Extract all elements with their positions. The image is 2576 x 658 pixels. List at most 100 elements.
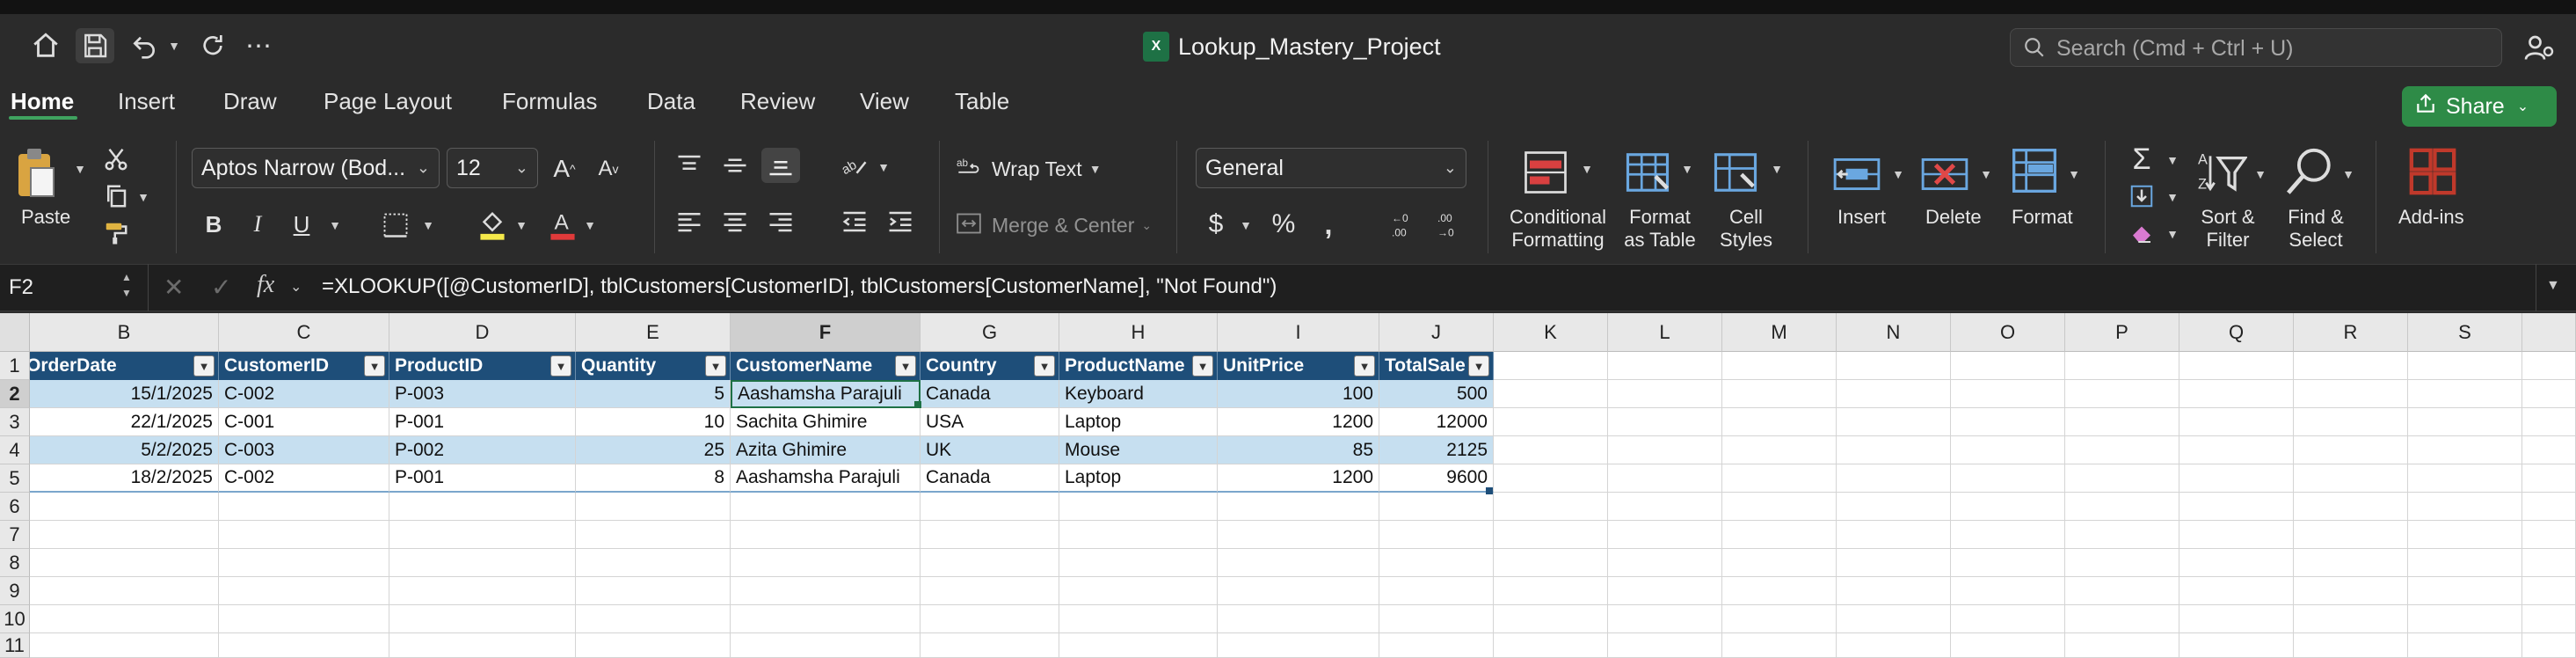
row-header-8[interactable]: 8	[0, 549, 30, 577]
fill-icon[interactable]	[2126, 181, 2158, 211]
column-header-j[interactable]: J	[1379, 313, 1494, 352]
table-cell[interactable]: 18/2/2025	[30, 464, 219, 493]
empty-cell[interactable]	[2179, 408, 2294, 436]
column-header-b[interactable]: B	[30, 313, 219, 352]
table-cell[interactable]: P-001	[389, 464, 576, 493]
empty-cell[interactable]	[1837, 633, 1951, 658]
empty-cell[interactable]	[1951, 408, 2065, 436]
increase-indent-icon[interactable]	[883, 206, 918, 238]
table-header-productname[interactable]: ProductName ▼	[1059, 352, 1218, 380]
table-cell[interactable]: 85	[1218, 436, 1379, 464]
empty-cell[interactable]	[1218, 633, 1379, 658]
table-cell[interactable]: 10	[576, 408, 731, 436]
empty-cell[interactable]	[1608, 493, 1722, 521]
row-header-3[interactable]: 3	[0, 408, 30, 436]
empty-cell[interactable]	[1379, 549, 1494, 577]
empty-cell[interactable]	[1951, 605, 2065, 633]
column-header-l[interactable]: L	[1608, 313, 1722, 352]
empty-cell[interactable]	[2294, 549, 2408, 577]
empty-cell[interactable]	[2408, 493, 2522, 521]
table-cell[interactable]: 9600	[1379, 464, 1494, 493]
autosum-icon[interactable]: Σ	[2124, 143, 2159, 176]
empty-cell[interactable]	[1218, 605, 1379, 633]
conditional-formatting-dropdown-icon[interactable]: ▼	[1579, 160, 1595, 178]
share-button[interactable]: Share ⌄	[2402, 86, 2557, 127]
table-cell[interactable]: 25	[576, 436, 731, 464]
table-cell[interactable]: Keyboard	[1059, 380, 1218, 408]
row-header-6[interactable]: 6	[0, 493, 30, 521]
account-icon[interactable]	[2523, 32, 2555, 63]
clear-dropdown-icon[interactable]: ▼	[2165, 225, 2180, 243]
empty-cell[interactable]	[2408, 549, 2522, 577]
empty-cell[interactable]	[1494, 408, 1608, 436]
empty-cell[interactable]	[576, 521, 731, 549]
empty-cell[interactable]	[1722, 408, 1837, 436]
table-cell[interactable]: UK	[921, 436, 1059, 464]
column-header-i[interactable]: I	[1218, 313, 1379, 352]
number-format-select[interactable]: General ⌄	[1196, 148, 1466, 188]
empty-cell[interactable]	[219, 605, 389, 633]
table-cell[interactable]: Laptop	[1059, 408, 1218, 436]
empty-cell[interactable]	[1722, 549, 1837, 577]
align-left-icon[interactable]	[672, 206, 707, 238]
empty-cell[interactable]	[1494, 352, 1608, 380]
empty-cell[interactable]	[1059, 633, 1218, 658]
fill-color-icon[interactable]	[475, 206, 510, 243]
bold-icon[interactable]: B	[199, 208, 229, 241]
copy-dropdown-icon[interactable]: ▼	[135, 188, 151, 206]
empty-cell[interactable]	[2408, 633, 2522, 658]
empty-cell[interactable]	[2522, 633, 2576, 658]
empty-cell[interactable]	[1951, 464, 2065, 493]
empty-cell[interactable]	[1059, 577, 1218, 605]
filter-dropdown-icon[interactable]: ▼	[193, 355, 215, 377]
empty-cell[interactable]	[1722, 436, 1837, 464]
empty-cell[interactable]	[2179, 464, 2294, 493]
empty-cell[interactable]	[2065, 436, 2179, 464]
spreadsheet-grid[interactable]: B C D E F G H I J K L M N O P Q R S 1 2 …	[0, 313, 2576, 658]
empty-cell[interactable]	[2294, 605, 2408, 633]
expand-formula-bar-icon[interactable]: ▼	[2546, 278, 2560, 294]
empty-cell[interactable]	[1494, 493, 1608, 521]
align-bottom-icon[interactable]	[761, 148, 800, 183]
empty-cell[interactable]	[2408, 380, 2522, 408]
table-cell[interactable]: C-003	[219, 436, 389, 464]
table-cell[interactable]: 5/2/2025	[30, 436, 219, 464]
empty-cell[interactable]	[2408, 577, 2522, 605]
name-box-stepper-icon[interactable]: ▲ ▼	[121, 269, 135, 304]
empty-cell[interactable]	[2522, 464, 2576, 493]
empty-cell[interactable]	[2408, 605, 2522, 633]
empty-cell[interactable]	[2065, 352, 2179, 380]
enter-formula-icon[interactable]: ✓	[211, 273, 231, 302]
empty-cell[interactable]	[389, 577, 576, 605]
empty-cell[interactable]	[2294, 380, 2408, 408]
empty-cell[interactable]	[1722, 577, 1837, 605]
column-header-e[interactable]: E	[576, 313, 731, 352]
empty-cell[interactable]	[576, 549, 731, 577]
column-header-k[interactable]: K	[1494, 313, 1608, 352]
formula-input[interactable]: =XLOOKUP([@CustomerID], tblCustomers[Cus…	[322, 274, 1277, 299]
empty-cell[interactable]	[2522, 380, 2576, 408]
format-painter-icon[interactable]	[100, 218, 132, 248]
table-cell[interactable]: P-002	[389, 436, 576, 464]
empty-cell[interactable]	[219, 493, 389, 521]
empty-cell[interactable]	[576, 633, 731, 658]
empty-cell[interactable]	[2408, 408, 2522, 436]
filter-dropdown-icon[interactable]: ▼	[550, 355, 571, 377]
table-cell[interactable]: 22/1/2025	[30, 408, 219, 436]
empty-cell[interactable]	[2065, 380, 2179, 408]
format-as-table-icon[interactable]	[1623, 146, 1672, 199]
cell-styles-dropdown-icon[interactable]: ▼	[1769, 160, 1785, 178]
empty-cell[interactable]	[2065, 633, 2179, 658]
empty-cell[interactable]	[921, 521, 1059, 549]
more-icon[interactable]: ⋯	[239, 28, 278, 63]
empty-cell[interactable]	[2522, 577, 2576, 605]
empty-cell[interactable]	[1837, 577, 1951, 605]
find-select-icon[interactable]	[2282, 144, 2337, 199]
empty-cell[interactable]	[921, 633, 1059, 658]
empty-cell[interactable]	[576, 577, 731, 605]
empty-cell[interactable]	[1379, 521, 1494, 549]
column-header-s[interactable]: S	[2408, 313, 2522, 352]
empty-cell[interactable]	[1608, 408, 1722, 436]
cell-styles-icon[interactable]	[1711, 146, 1760, 199]
fill-dropdown-icon[interactable]: ▼	[2165, 188, 2180, 206]
